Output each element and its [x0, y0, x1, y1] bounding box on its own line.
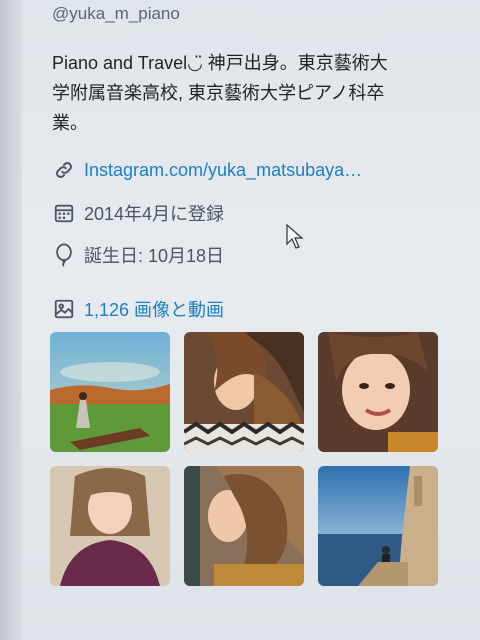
bio-line-3: 業。: [52, 113, 88, 133]
profile-media-row[interactable]: 1,126 画像と動画: [52, 296, 224, 322]
balloon-icon: [52, 243, 76, 267]
media-thumbnail[interactable]: [50, 466, 170, 586]
media-grid: [50, 332, 442, 590]
profile-birthday-row: 誕生日: 10月18日: [52, 242, 224, 268]
media-count-link[interactable]: 1,126 画像と動画: [84, 296, 224, 322]
image-icon: [52, 297, 76, 321]
profile-bio: Piano and Travel◡̈ 神戸出身。東京藝術大 学附属音楽高校, 東…: [52, 48, 452, 138]
profile-website-row[interactable]: Instagram.com/yuka_matsubaya…: [52, 158, 362, 182]
link-icon: [52, 158, 76, 182]
profile-joined-text: 2014年4月に登録: [84, 204, 225, 224]
media-thumbnail[interactable]: [318, 332, 438, 452]
profile-website-link[interactable]: Instagram.com/yuka_matsubaya…: [84, 160, 362, 181]
profile-birthday-text: 誕生日: 10月18日: [84, 246, 225, 266]
media-thumbnail[interactable]: [318, 466, 438, 586]
bio-line-2: 学附属音楽高校, 東京藝術大学ピアノ科卒: [52, 83, 385, 103]
media-thumbnail[interactable]: [184, 466, 304, 586]
mouse-pointer-icon: [286, 223, 304, 255]
profile-joined-row: 2014年4月に登録: [52, 200, 224, 226]
media-thumbnail[interactable]: [184, 332, 304, 452]
profile-handle: @yuka_m_piano: [52, 4, 180, 23]
screen-bezel: [0, 0, 22, 640]
calendar-icon: [52, 201, 76, 225]
bio-line-1: Piano and Travel◡̈ 神戸出身。東京藝術大: [52, 53, 388, 73]
media-thumbnail[interactable]: [50, 332, 170, 452]
